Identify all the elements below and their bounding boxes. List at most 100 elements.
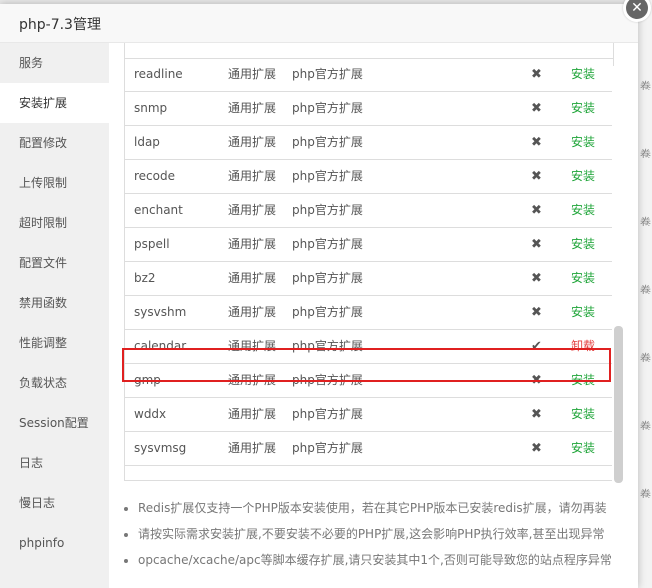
cross-icon: ✖: [531, 203, 542, 218]
cross-icon: ✖: [531, 441, 542, 456]
install-link[interactable]: 安装: [571, 194, 595, 227]
sidebar-item-config-file[interactable]: 配置文件: [0, 243, 109, 283]
sidebar-item-performance[interactable]: 性能调整: [0, 323, 109, 363]
background-text: 卷裹: [640, 488, 651, 498]
table-row: recode 通用扩展 php官方扩展 ✖ 安装: [125, 160, 613, 194]
extension-name: bz2: [134, 271, 156, 285]
extension-type: 通用扩展: [228, 237, 277, 251]
extension-type: 通用扩展: [228, 271, 277, 285]
sidebar-item-load-status[interactable]: 负载状态: [0, 363, 109, 403]
extension-source: php官方扩展: [292, 135, 363, 149]
cross-icon: ✖: [531, 373, 542, 388]
sidebar-item-phpinfo[interactable]: phpinfo: [0, 523, 109, 563]
install-link[interactable]: 安装: [571, 364, 595, 397]
table-row: bz2 通用扩展 php官方扩展 ✖ 安装: [125, 262, 613, 296]
install-link[interactable]: 安装: [571, 126, 595, 159]
table-row: gmp 通用扩展 php官方扩展 ✖ 安装: [125, 364, 613, 398]
sidebar-item-upload-limit[interactable]: 上传限制: [0, 163, 109, 203]
note-item: opcache/xcache/apc等脚本缓存扩展,请只安装其中1个,否则可能导…: [138, 547, 638, 573]
extension-type: 通用扩展: [228, 135, 277, 149]
sidebar-item-slow-log[interactable]: 慢日志: [0, 483, 109, 523]
extension-source: php官方扩展: [292, 67, 363, 81]
background-text: 卷裹: [640, 80, 651, 90]
install-link[interactable]: 安装: [571, 228, 595, 261]
sidebar-item-config-edit[interactable]: 配置修改: [0, 123, 109, 163]
table-row: sysvshm 通用扩展 php官方扩展 ✖ 安装: [125, 296, 613, 330]
sidebar-item-log[interactable]: 日志: [0, 443, 109, 483]
cross-icon: ✖: [531, 305, 542, 320]
extension-name: pspell: [134, 237, 170, 251]
extension-source: php官方扩展: [292, 203, 363, 217]
cross-icon: ✖: [531, 271, 542, 286]
extension-name: gmp: [134, 373, 161, 387]
dialog-title: php-7.3管理: [19, 17, 101, 33]
cross-icon: ✖: [531, 237, 542, 252]
extension-type: 通用扩展: [228, 373, 277, 387]
php-manage-dialog: php-7.3管理 服务 安装扩展 配置修改 上传限制 超时限制 配置文件 禁用…: [0, 4, 638, 588]
sidebar-item-timeout-limit[interactable]: 超时限制: [0, 203, 109, 243]
table-row: pspell 通用扩展 php官方扩展 ✖ 安装: [125, 228, 613, 262]
extension-source: php官方扩展: [292, 305, 363, 319]
extension-type: 通用扩展: [228, 407, 277, 421]
install-link[interactable]: 安装: [571, 262, 595, 295]
cross-icon: ✖: [531, 135, 542, 150]
table-row: sysvmsg 通用扩展 php官方扩展 ✖ 安装: [125, 432, 613, 466]
install-link[interactable]: 安装: [571, 398, 595, 431]
extension-source: php官方扩展: [292, 339, 363, 353]
extension-name: enchant: [134, 203, 183, 217]
scrollbar-thumb[interactable]: [614, 326, 623, 483]
extension-source: php官方扩展: [292, 101, 363, 115]
extension-source: php官方扩展: [292, 271, 363, 285]
background-text: 卷裹: [640, 420, 651, 430]
install-link[interactable]: 安装: [571, 92, 595, 125]
extension-type: 通用扩展: [228, 305, 277, 319]
extension-source: php官方扩展: [292, 441, 363, 455]
uninstall-link[interactable]: 卸载: [571, 330, 595, 363]
close-icon: ✕: [626, 0, 648, 19]
note-item: 请按实际需求安装扩展,不要安装不必要的PHP扩展,这会影响PHP执行效率,甚至出…: [138, 521, 638, 547]
extension-name: snmp: [134, 101, 168, 115]
notes-list: Redis扩展仅支持一个PHP版本安装使用，若在其它PHP版本已安装redis扩…: [124, 495, 638, 573]
extension-name: recode: [134, 169, 175, 183]
background-text: 卷裹: [640, 284, 651, 294]
extension-name: wddx: [134, 407, 167, 421]
table-row-calendar: calendar 通用扩展 php官方扩展 ✔ 卸载: [125, 330, 613, 364]
extension-type: 通用扩展: [228, 441, 277, 455]
extension-name: readline: [134, 67, 183, 81]
extension-type: 通用扩展: [228, 339, 277, 353]
extension-type: 通用扩展: [228, 203, 277, 217]
install-link[interactable]: 安装: [571, 432, 595, 465]
sidebar-item-service[interactable]: 服务: [0, 43, 109, 83]
extension-name: sysvmsg: [134, 441, 187, 455]
background-text: 卷裹: [640, 352, 651, 362]
sidebar: 服务 安装扩展 配置修改 上传限制 超时限制 配置文件 禁用函数 性能调整 负载…: [0, 43, 109, 588]
extensions-table[interactable]: readline 通用扩展 php官方扩展 ✖ 安装 snmp 通用扩展 php…: [124, 43, 614, 481]
sidebar-item-session-config[interactable]: Session配置: [0, 403, 109, 443]
cross-icon: ✖: [531, 407, 542, 422]
table-row: snmp 通用扩展 php官方扩展 ✖ 安装: [125, 92, 613, 126]
extension-name: calendar: [134, 339, 187, 353]
cross-icon: ✖: [531, 101, 542, 116]
install-link[interactable]: 安装: [571, 58, 595, 91]
table-row: readline 通用扩展 php官方扩展 ✖ 安装: [125, 58, 613, 92]
note-item: Redis扩展仅支持一个PHP版本安装使用，若在其它PHP版本已安装redis扩…: [138, 495, 638, 521]
check-icon: ✔: [531, 339, 542, 354]
extension-source: php官方扩展: [292, 237, 363, 251]
cross-icon: ✖: [531, 67, 542, 82]
table-row-partial: [125, 43, 613, 59]
table-row: enchant 通用扩展 php官方扩展 ✖ 安装: [125, 194, 613, 228]
dialog-title-bar[interactable]: php-7.3管理: [0, 4, 638, 43]
extension-name: sysvshm: [134, 305, 187, 319]
extension-source: php官方扩展: [292, 169, 363, 183]
extension-type: 通用扩展: [228, 67, 277, 81]
sidebar-item-install-extensions[interactable]: 安装扩展: [0, 83, 109, 123]
install-link[interactable]: 安装: [571, 296, 595, 329]
extension-type: 通用扩展: [228, 101, 277, 115]
table-row: wddx 通用扩展 php官方扩展 ✖ 安装: [125, 398, 613, 432]
install-link[interactable]: 安装: [571, 160, 595, 193]
cross-icon: ✖: [531, 169, 542, 184]
extension-type: 通用扩展: [228, 169, 277, 183]
sidebar-item-disabled-functions[interactable]: 禁用函数: [0, 283, 109, 323]
extension-name: ldap: [134, 135, 160, 149]
background-text: 卷裹: [640, 216, 651, 226]
